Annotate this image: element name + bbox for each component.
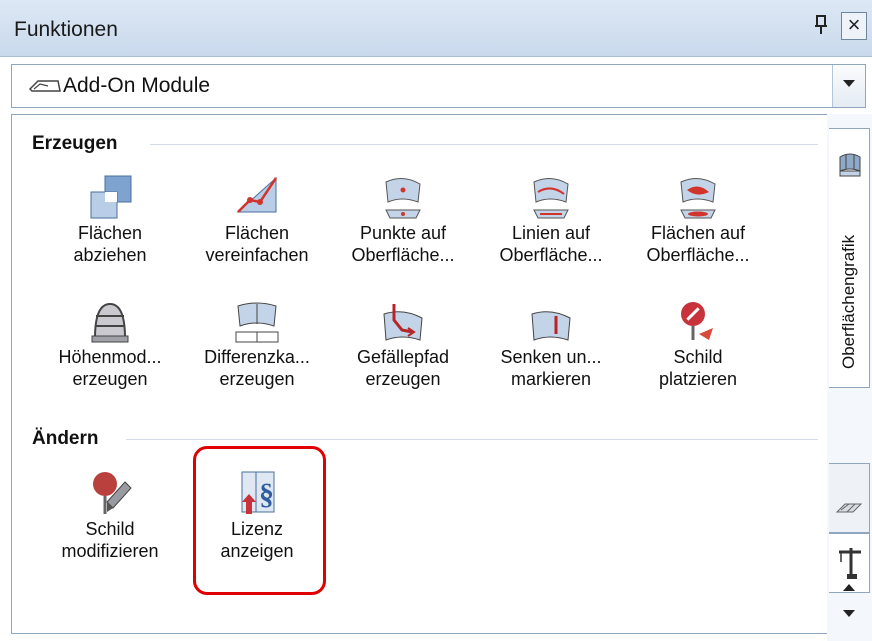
pin-icon[interactable]: [810, 14, 832, 40]
tool-schild-modifizieren[interactable]: Schild modifizieren: [42, 468, 178, 562]
scroll-down-icon[interactable]: [843, 610, 855, 617]
tool-gefaellepfad-erzeugen[interactable]: Gefällepfad erzeugen: [335, 300, 471, 390]
depressions-icon: [531, 311, 571, 341]
surface-areas-icon: [680, 178, 716, 219]
tool-flaechen-vereinfachen[interactable]: Flächen vereinfachen: [189, 172, 325, 266]
tool-linien-auf-oberflaeche[interactable]: Linien auf Oberfläche...: [483, 172, 619, 266]
subtract-area-icon: [90, 175, 132, 219]
tool-differenzkarte-erzeugen[interactable]: Differenzka... erzeugen: [189, 300, 325, 390]
group-divider: [150, 144, 818, 145]
dropdown-button[interactable]: [832, 65, 865, 107]
close-button[interactable]: ×: [841, 12, 867, 40]
tool-hoehenmodell-erzeugen[interactable]: Höhenmod... erzeugen: [42, 300, 178, 390]
tab-label: Oberflächengrafik: [839, 234, 858, 369]
dropdown-selected-value: Add-On Module: [63, 74, 211, 97]
group-divider: [126, 439, 818, 440]
chevron-down-icon: [843, 80, 855, 87]
add-on-module-icon: [28, 77, 62, 100]
surface-lines-icon: [533, 178, 569, 219]
height-model-icon: [91, 302, 129, 343]
tool-schild-platzieren[interactable]: Schild platzieren: [630, 300, 766, 390]
group-header-aendern: Ändern: [32, 428, 99, 449]
difference-map-icon: [235, 302, 279, 343]
simplify-area-icon: [236, 176, 278, 213]
module-dropdown[interactable]: Add-On Module: [11, 64, 866, 108]
panel-titlebar: Funktionen ×: [0, 0, 872, 57]
scroll-up-icon[interactable]: [843, 584, 855, 591]
layers-icon: [835, 503, 863, 513]
panel-title: Funktionen: [14, 18, 118, 41]
tab-layers[interactable]: [829, 463, 870, 533]
highlight-frame: [193, 446, 326, 595]
tab-oberflaechengrafik[interactable]: Oberflächengrafik: [829, 128, 870, 388]
tool-senken-markieren[interactable]: Senken un... markieren: [483, 300, 619, 390]
surface-graphic-icon: [838, 151, 862, 182]
slope-path-icon: [383, 304, 423, 341]
modify-sign-icon: [93, 472, 132, 514]
surface-points-icon: [385, 178, 421, 219]
tool-punkte-auf-oberflaeche[interactable]: Punkte auf Oberfläche...: [335, 172, 471, 266]
tool-flaechen-auf-oberflaeche[interactable]: Flächen auf Oberfläche...: [630, 172, 766, 266]
group-header-erzeugen: Erzeugen: [32, 133, 118, 154]
place-sign-icon: [681, 302, 713, 340]
crane-icon: [839, 548, 861, 579]
tool-flaechen-abziehen[interactable]: Flächen abziehen: [42, 172, 178, 266]
